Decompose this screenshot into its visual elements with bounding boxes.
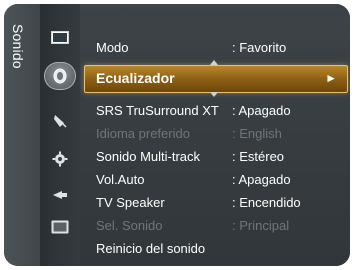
scroll-down-icon (210, 92, 218, 97)
menu-item-sel-sonido: Sel. Sonido : Principal (80, 215, 350, 237)
menu-item-value: : Estéreo (232, 149, 285, 164)
menu-item-label: Modo (96, 40, 129, 55)
category-tab: Sonido (4, 4, 40, 266)
menu-item-value: : Principal (232, 218, 290, 233)
menu-item-label: Reinicio del sonido (96, 241, 206, 256)
menu-item-value: : Favorito (232, 40, 287, 55)
menu-item-srs-trusurround[interactable]: SRS TruSurround XT : Apagado (80, 100, 350, 122)
menu-item-modo[interactable]: Modo : Favorito (80, 37, 350, 59)
menu-item-ecualizador[interactable]: Ecualizador ► (84, 65, 348, 93)
sound-settings-panel: Modo : Favorito Ecualizador ► SRS TruSur… (80, 4, 350, 266)
picture-icon[interactable] (50, 28, 70, 46)
tv-osd-menu: Sonido Modo: Favorito Ecualizador ► SRS… (0, 0, 354, 270)
menu-item-label: Sonido Multi-track (96, 149, 201, 164)
submenu-arrow-icon: ► (325, 71, 337, 85)
application-icon[interactable] (50, 218, 70, 236)
menu-item-label: SRS TruSurround XT (96, 103, 219, 118)
menu-item-vol-auto[interactable]: Vol.Auto : Apagado (80, 169, 350, 191)
input-icon[interactable] (50, 186, 70, 204)
menu-frame: Sonido Modo: Favorito Ecualizador ► SRS… (4, 4, 350, 266)
settings-icon[interactable] (50, 150, 70, 168)
menu-item-label: Idioma preferido (96, 126, 190, 141)
sound-icon[interactable] (44, 62, 76, 90)
menu-item-label: Ecualizador (96, 70, 175, 86)
menu-item-value: : Encendido (232, 195, 301, 210)
menu-item-value: : Apagado (232, 103, 291, 118)
menu-item-value: : Apagado (232, 172, 291, 187)
menu-item-label: Sel. Sonido (96, 218, 163, 233)
menu-item-value: : English (232, 126, 282, 141)
menu-item-idioma-preferido: Idioma preferido : English (80, 123, 350, 145)
channel-icon[interactable] (50, 112, 70, 130)
menu-item-tv-speaker[interactable]: TV Speaker : Encendido (80, 192, 350, 214)
menu-item-sonido-multi-track[interactable]: Sonido Multi-track : Estéreo (80, 146, 350, 168)
menu-item-label: TV Speaker (96, 195, 165, 210)
category-title: Sonido (10, 24, 26, 69)
menu-item-reinicio-del-sonido[interactable]: Reinicio del sonido (80, 238, 350, 260)
menu-item-label: Vol.Auto (96, 172, 145, 187)
category-icon-column (40, 4, 80, 266)
